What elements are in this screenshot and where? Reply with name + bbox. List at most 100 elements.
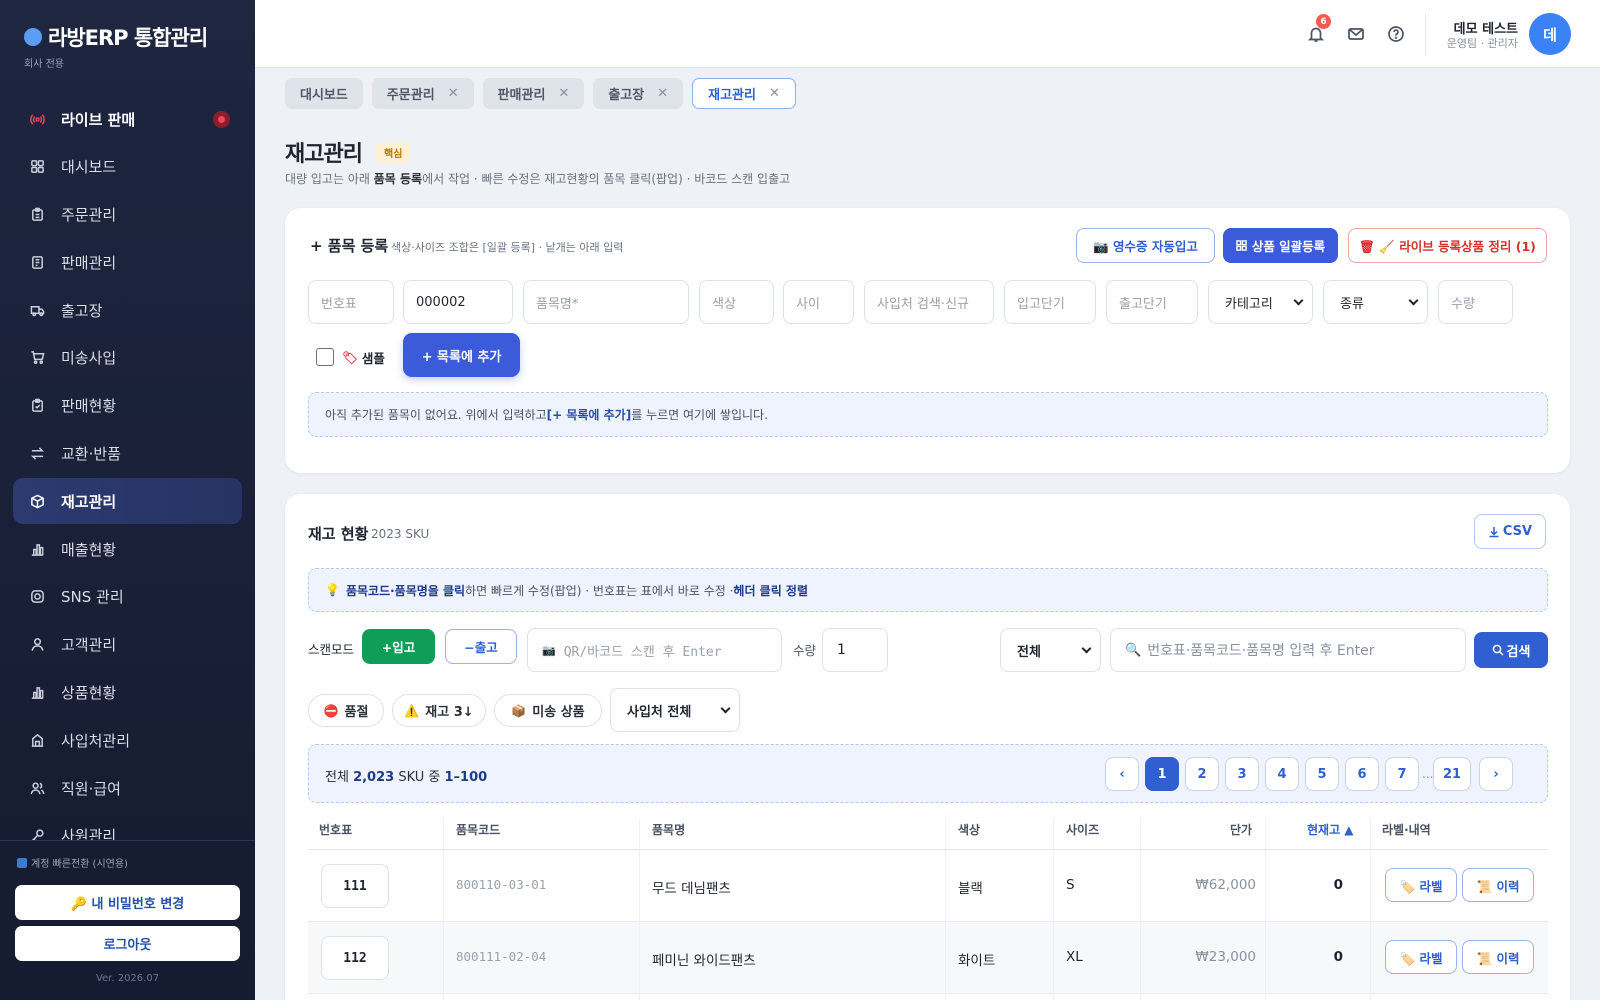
page-button-2[interactable]: 2: [1185, 757, 1219, 791]
page-button-5[interactable]: 5: [1305, 757, 1339, 791]
tab-inventory[interactable]: 재고관리 ✕: [692, 78, 796, 109]
add-to-list-button[interactable]: + 목록에 추가: [403, 333, 520, 377]
mail-icon[interactable]: [1345, 23, 1367, 45]
page-button-6[interactable]: 6: [1345, 757, 1379, 791]
csv-download-button[interactable]: CSV: [1474, 514, 1546, 549]
next-page-button[interactable]: ›: [1479, 757, 1513, 791]
search-input[interactable]: 🔍 번호표·품목코드·품목명 입력 후 Enter: [1110, 628, 1466, 672]
type-select[interactable]: 종류: [1323, 280, 1428, 324]
tip-bold: 품목코드·품목명을 클릭: [345, 583, 466, 598]
item-name-cell[interactable]: 무드 데님팬츠: [652, 877, 731, 897]
barcode-scan-input[interactable]: 📷 QR/바코드 스캔 후 Enter: [527, 628, 782, 672]
sidebar-item-orders[interactable]: 주문관리: [13, 192, 242, 238]
tab-dashboard[interactable]: 대시보드: [285, 78, 363, 109]
close-icon[interactable]: ✕: [769, 86, 780, 101]
search-button[interactable]: 검색: [1474, 632, 1548, 668]
chevron-down-icon: [720, 703, 731, 713]
close-icon[interactable]: ✕: [448, 86, 459, 101]
item-code-input[interactable]: 000002: [403, 280, 513, 324]
page-button-7[interactable]: 7: [1385, 757, 1419, 791]
sidebar-item-shipping[interactable]: 출고장: [13, 287, 242, 333]
column-header-color[interactable]: 색상: [958, 821, 980, 838]
bulk-register-button[interactable]: 상품 일괄등록: [1223, 228, 1338, 263]
sidebar-item-exchange-return[interactable]: 교환·반품: [13, 431, 242, 477]
vendor-filter-select[interactable]: 사입처 전체: [610, 688, 740, 732]
receipt-auto-in-button[interactable]: 📷 영수증 자동입고: [1076, 228, 1215, 263]
column-header-tag[interactable]: 번호표: [319, 821, 352, 838]
page-button-4[interactable]: 4: [1265, 757, 1299, 791]
item-code-cell[interactable]: 800111-02-04: [456, 949, 546, 964]
quick-switch[interactable]: 계정 빠른전환 (시연용): [17, 855, 128, 870]
label-button[interactable]: 🏷️ 라벨: [1385, 868, 1457, 902]
column-header-code[interactable]: 품목코드: [456, 821, 500, 838]
item-name-input[interactable]: 품목명*: [523, 280, 689, 324]
tab-shipping[interactable]: 출고장 ✕: [593, 78, 684, 109]
select-value: 사입처 전체: [627, 704, 692, 720]
inventory-card: 재고 현황 2023 SKU CSV 💡 품목코드·품목명을 클릭 하면 빠르게 수…: [285, 494, 1570, 1000]
close-icon[interactable]: ✕: [558, 86, 569, 101]
sidebar-item-vendors[interactable]: 사입처관리: [13, 717, 242, 763]
history-button[interactable]: 📜 이력: [1462, 868, 1534, 902]
filter-chip-soldout[interactable]: ⛔ 품절: [308, 694, 384, 727]
out-price-input[interactable]: 출고단기: [1106, 280, 1198, 324]
core-badge: 핵심: [376, 142, 411, 163]
prev-page-button[interactable]: ‹: [1105, 757, 1139, 791]
page-button-1[interactable]: 1: [1145, 757, 1179, 791]
close-icon[interactable]: ✕: [657, 86, 668, 101]
in-price-input[interactable]: 입고단기: [1004, 280, 1096, 324]
history-button[interactable]: 📜 이력: [1462, 940, 1534, 974]
filter-chip-pending[interactable]: 📦 미송 상품: [494, 694, 602, 727]
vendor-search-input[interactable]: 사입처 검색·신규: [864, 280, 994, 324]
sidebar-item-live[interactable]: 라이브 판매: [13, 96, 242, 142]
page-button-3[interactable]: 3: [1225, 757, 1259, 791]
sidebar-item-sales[interactable]: 판매관리: [13, 239, 242, 285]
desc-bold: 품목 등록: [373, 172, 423, 186]
filter-chip-low-stock[interactable]: ⚠️ 재고 3↓: [392, 694, 486, 727]
search-icon: [1492, 644, 1504, 656]
brand[interactable]: 라방ERP 통합관리: [24, 22, 208, 52]
quantity-input[interactable]: 수량: [1438, 280, 1513, 324]
size-cell: S: [1066, 877, 1075, 893]
label-button[interactable]: 🏷️ 라벨: [1385, 940, 1457, 974]
column-header-price[interactable]: 단가: [1230, 821, 1252, 838]
item-code-cell[interactable]: 800110-03-01: [456, 877, 546, 892]
scan-out-button[interactable]: −출고: [445, 629, 517, 664]
change-password-button[interactable]: 🔑 내 비밀번호 변경: [15, 885, 240, 920]
sidebar-item-employees[interactable]: 사원관리: [13, 813, 242, 840]
sample-checkbox[interactable]: [316, 348, 334, 366]
color-input[interactable]: 색상: [699, 280, 774, 324]
sidebar-item-revenue[interactable]: 매출현황: [13, 526, 242, 572]
page-button-last[interactable]: 21: [1433, 757, 1471, 791]
tab-sales[interactable]: 판매관리 ✕: [482, 78, 585, 109]
avatar[interactable]: 데: [1529, 13, 1571, 55]
sidebar-item-products[interactable]: 상품현황: [13, 670, 242, 716]
sidebar-item-sns[interactable]: SNS 관리: [13, 574, 242, 620]
search-scope-select[interactable]: 전체: [1000, 628, 1101, 672]
live-cleanup-button[interactable]: 🗑 🧹 라이브 등록상품 정리 (1): [1348, 228, 1547, 263]
price-cell: ₩23,000: [1195, 949, 1256, 965]
tab-orders[interactable]: 주문관리 ✕: [371, 78, 474, 109]
search-button-label: 검색: [1506, 644, 1531, 660]
chevron-down-icon: [1293, 295, 1304, 305]
size-input[interactable]: 사이: [783, 280, 854, 324]
page-title: 재고관리: [285, 142, 363, 167]
sidebar-item-dashboard[interactable]: 대시보드: [13, 144, 242, 190]
help-icon[interactable]: [1385, 23, 1407, 45]
tag-number-cell[interactable]: 112: [321, 936, 389, 980]
column-header-size[interactable]: 사이즈: [1066, 821, 1099, 838]
tab-label: 재고관리: [708, 88, 756, 103]
category-select[interactable]: 카테고리: [1208, 280, 1313, 324]
sidebar-item-sales-status[interactable]: 판매현황: [13, 383, 242, 429]
sidebar-item-pending-purchase[interactable]: 미송사입: [13, 335, 242, 381]
tag-number-cell[interactable]: 111: [321, 864, 389, 908]
sidebar-item-inventory[interactable]: 재고관리: [13, 478, 242, 525]
item-name-cell[interactable]: 페미닌 와이드팬츠: [652, 949, 756, 969]
tag-number-input[interactable]: 번호표: [308, 280, 394, 324]
logout-button[interactable]: 로그아웃: [15, 926, 240, 961]
sidebar-item-staff-payroll[interactable]: 직원·급여: [13, 765, 242, 811]
column-header-stock[interactable]: 현재고 ▲: [1307, 821, 1354, 838]
scan-in-button[interactable]: +입고: [362, 629, 435, 664]
scan-qty-input[interactable]: 1: [822, 628, 888, 672]
column-header-name[interactable]: 품목명: [652, 821, 685, 838]
sidebar-item-customers[interactable]: 고객관리: [13, 622, 242, 668]
